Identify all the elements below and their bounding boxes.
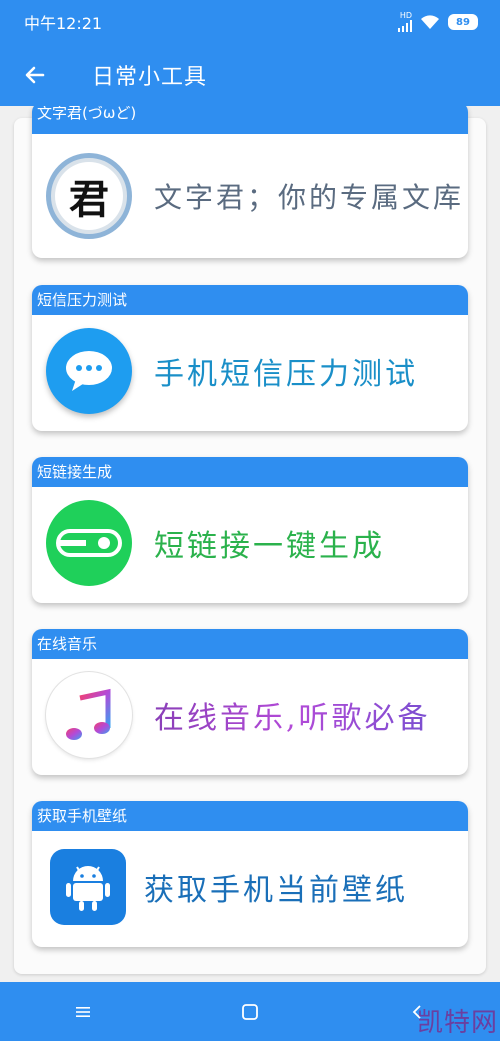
signal-icon: HD (398, 12, 412, 32)
card-header: 短信压力测试 (32, 285, 468, 315)
card-header: 在线音乐 (32, 629, 468, 659)
tool-card-wenzijun[interactable]: 文字君(づωど) 君 文字君；你的专属文库 (32, 106, 468, 258)
card-title: 获取手机当前壁纸 (144, 873, 408, 908)
status-icons: HD 89 (398, 12, 478, 32)
square-icon (242, 1003, 258, 1020)
battery-level: 89 (456, 16, 470, 28)
card-header: 短链接生成 (32, 457, 468, 487)
tool-card-wallpaper[interactable]: 获取手机壁纸 获取手机当前壁纸 (32, 801, 468, 947)
card-body: 君 文字君；你的专属文库 (32, 134, 468, 258)
status-time: 中午12:21 (24, 14, 103, 33)
status-bar: 中午12:21 HD 89 (0, 0, 500, 44)
card-title: 在线音乐,听歌必备 (154, 693, 431, 737)
page-title: 日常小工具 (92, 65, 208, 90)
card-header: 获取手机壁纸 (32, 801, 468, 831)
card-header-label: 短信压力测试 (37, 291, 128, 309)
wenzijun-logo-icon: 君 (46, 153, 132, 239)
tool-card-sms-test[interactable]: 短信压力测试 手机短信压力测试 (32, 285, 468, 431)
system-nav-bar: 凯特网 (0, 982, 500, 1041)
tool-list[interactable]: 文字君(づωど) 君 文字君；你的专属文库 短信压力测试 手机短信压力测试 短链… (0, 106, 500, 982)
tool-card-short-link[interactable]: 短链接生成 短链接一键生成 (32, 457, 468, 603)
android-icon (50, 849, 126, 925)
recent-apps-button[interactable] (53, 992, 113, 1032)
card-body: 短链接一键生成 (32, 487, 468, 599)
card-header-label: 文字君(づωど) (37, 106, 137, 122)
arrow-left-icon (25, 66, 45, 84)
card-header: 文字君(づωど) (32, 106, 468, 134)
music-note-icon (46, 672, 132, 758)
card-header-label: 短链接生成 (37, 463, 113, 481)
network-label: HD (399, 11, 412, 20)
link-icon (46, 500, 132, 586)
app-bar: 日常小工具 (0, 44, 500, 106)
battery-icon: 89 (448, 14, 478, 30)
tool-card-music[interactable]: 在线音乐 在线音乐,听歌必备 (32, 629, 468, 775)
card-header-label: 获取手机壁纸 (37, 807, 128, 825)
menu-icon (76, 1006, 91, 1017)
home-button[interactable] (220, 992, 280, 1032)
watermark: 凯特网 (416, 1008, 498, 1038)
card-body: 手机短信压力测试 (32, 315, 468, 427)
card-header-label: 在线音乐 (37, 635, 98, 653)
card-title: 文字君；你的专属文库 (154, 181, 465, 214)
card-title: 手机短信压力测试 (154, 357, 418, 392)
card-title: 短链接一键生成 (154, 529, 385, 564)
wifi-icon (421, 15, 439, 29)
card-body: 获取手机当前壁纸 (32, 831, 468, 943)
logo-char: 君 (55, 162, 123, 230)
chat-bubble-icon (46, 328, 132, 414)
back-button[interactable] (0, 44, 70, 106)
card-body: 在线音乐,听歌必备 (32, 659, 468, 771)
